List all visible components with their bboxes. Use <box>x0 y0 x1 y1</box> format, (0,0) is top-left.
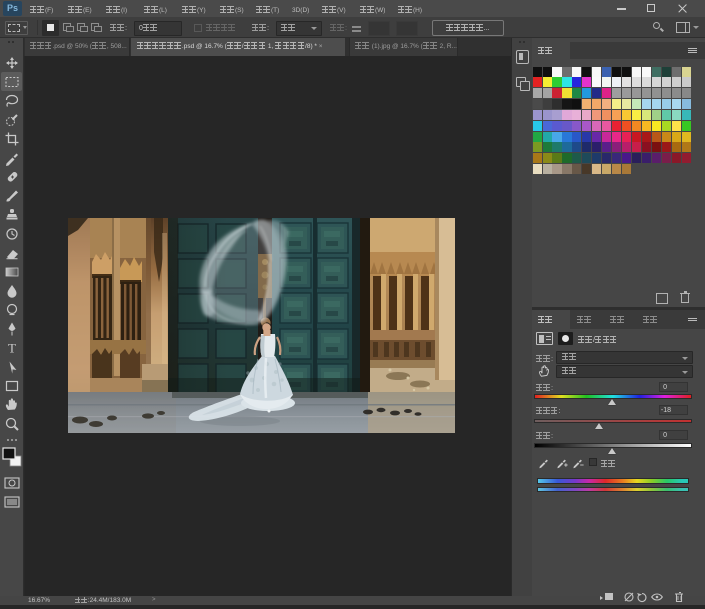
svg-text:T: T <box>8 341 16 356</box>
